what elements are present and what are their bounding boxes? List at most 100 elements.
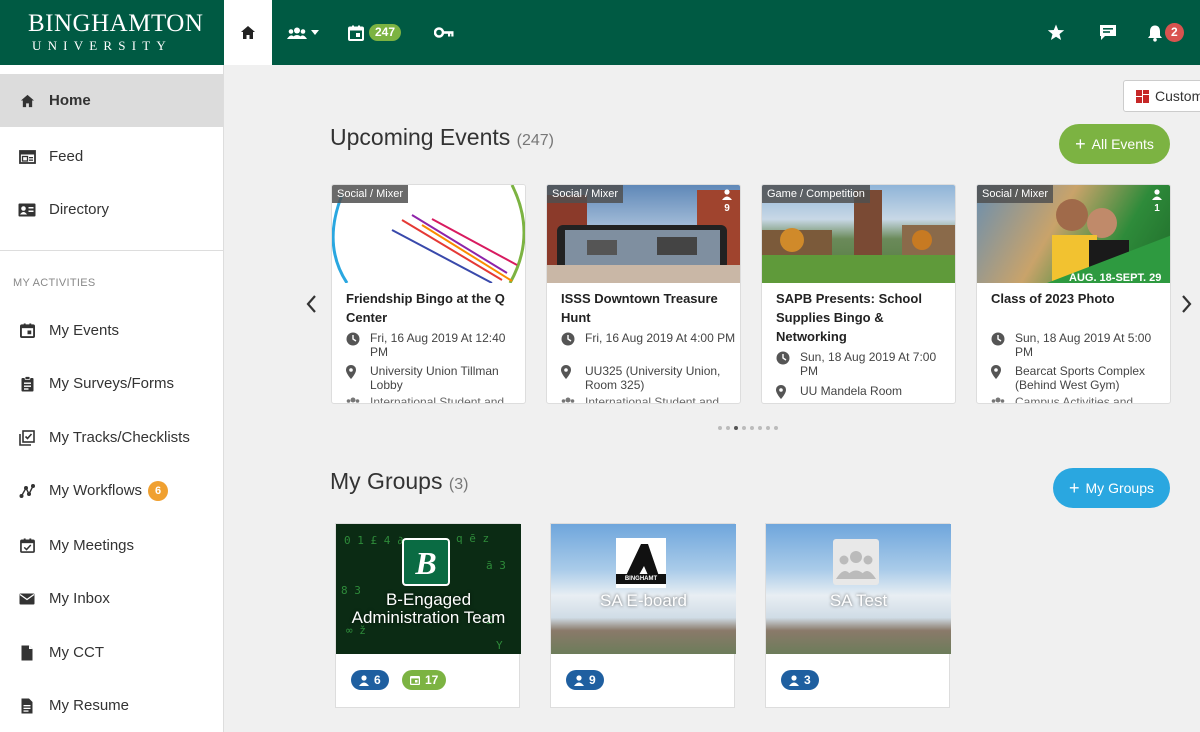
group-image: BINGHAMT SA E-board bbox=[551, 524, 736, 654]
upcoming-events-title: Upcoming Events bbox=[330, 124, 511, 150]
event-title[interactable]: ISSS Downtown Treasure Hunt bbox=[561, 289, 733, 327]
calendar-icon bbox=[410, 675, 420, 685]
sidebar-item-my-cct[interactable]: My CCT bbox=[0, 626, 223, 679]
nav-events-button[interactable]: 247 bbox=[348, 0, 402, 65]
bell-icon bbox=[1148, 25, 1162, 42]
carousel-dot[interactable] bbox=[758, 426, 762, 430]
sidebar-divider bbox=[0, 250, 223, 251]
event-org: International Student and bbox=[370, 395, 505, 404]
sidebar-item-label: My Inbox bbox=[49, 590, 110, 607]
event-date: Fri, 16 Aug 2019 At 4:00 PM bbox=[585, 331, 736, 345]
sidebar-item-home[interactable]: Home bbox=[0, 74, 223, 127]
calendar-icon bbox=[348, 25, 364, 41]
sidebar-item-my-resume[interactable]: My Resume bbox=[0, 679, 223, 732]
carousel-dot-active[interactable] bbox=[734, 426, 738, 430]
chevron-left-icon bbox=[306, 295, 316, 313]
university-logo[interactable]: BINGHAMTON UNIVERSITY bbox=[0, 0, 224, 65]
document-icon bbox=[18, 644, 36, 662]
event-title[interactable]: Friendship Bingo at the Q Center bbox=[346, 289, 518, 327]
sidebar-item-my-inbox[interactable]: My Inbox bbox=[0, 572, 223, 625]
sidebar-item-label: My Events bbox=[49, 322, 120, 339]
plus-icon: + bbox=[1075, 134, 1086, 154]
my-groups-button[interactable]: + My Groups bbox=[1053, 468, 1170, 508]
carousel-prev-arrow[interactable] bbox=[306, 293, 317, 319]
event-location-row: UU325 (University Union, Room 325) bbox=[561, 364, 736, 392]
sidebar-item-label: Home bbox=[49, 92, 91, 109]
all-events-label: All Events bbox=[1091, 136, 1154, 152]
svg-text:B: B bbox=[414, 545, 436, 581]
clock-icon bbox=[776, 350, 794, 378]
sidebar: Home Feed Directory MY ACTIVITIES My Eve… bbox=[0, 65, 224, 732]
customize-button[interactable]: Custom bbox=[1123, 80, 1200, 112]
carousel-dot[interactable] bbox=[742, 426, 746, 430]
grid-icon bbox=[1136, 89, 1149, 103]
group-icon bbox=[991, 395, 1009, 403]
events-count-pill: 17 bbox=[402, 670, 447, 690]
nav-groups-dropdown[interactable] bbox=[287, 0, 319, 65]
favorites-button[interactable] bbox=[1047, 0, 1065, 65]
key-icon bbox=[434, 27, 454, 38]
top-navigation-bar: BINGHAMTON UNIVERSITY 247 2 bbox=[0, 0, 1200, 65]
event-card[interactable]: Social / Mixer Friendship Bingo at the Q… bbox=[331, 184, 526, 404]
meeting-icon bbox=[18, 537, 36, 555]
svg-text:0 1 £ 4 ∂: 0 1 £ 4 ∂ bbox=[344, 534, 404, 547]
home-icon bbox=[18, 92, 36, 110]
sidebar-item-my-tracks[interactable]: My Tracks/Checklists bbox=[0, 411, 223, 464]
event-banner-text: AUG. 18-SEPT. 29 bbox=[1069, 272, 1162, 284]
event-category-badge: Social / Mixer bbox=[332, 185, 409, 203]
events-count: 17 bbox=[425, 673, 439, 687]
group-card[interactable]: BINGHAMT SA E-board 9 bbox=[550, 523, 736, 708]
carousel-dot[interactable] bbox=[774, 426, 778, 430]
notifications-button[interactable]: 2 bbox=[1147, 0, 1184, 65]
carousel-dot[interactable] bbox=[718, 426, 722, 430]
upcoming-events-count: (247) bbox=[516, 132, 554, 149]
sidebar-item-label: Directory bbox=[49, 201, 110, 218]
carousel-dot[interactable] bbox=[766, 426, 770, 430]
sidebar-item-feed[interactable]: Feed bbox=[0, 130, 223, 183]
person-icon bbox=[359, 674, 369, 686]
group-icon bbox=[346, 395, 364, 403]
carousel-dot[interactable] bbox=[750, 426, 754, 430]
group-name[interactable]: SA Test bbox=[766, 592, 951, 610]
event-category-badge: Game / Competition bbox=[762, 185, 870, 203]
event-date: Fri, 16 Aug 2019 At 12:40 PM bbox=[370, 331, 506, 359]
event-card[interactable]: Social / Mixer 1 AUG. 18-SEPT. 29 Class … bbox=[976, 184, 1171, 404]
workflow-icon bbox=[18, 482, 36, 500]
location-pin-icon bbox=[346, 364, 364, 392]
sidebar-item-my-workflows[interactable]: My Workflows 6 bbox=[0, 464, 223, 517]
clock-icon bbox=[346, 331, 364, 359]
event-card[interactable]: Social / Mixer 9 ISSS Downtown Treasure … bbox=[546, 184, 741, 404]
resume-icon bbox=[18, 697, 36, 715]
event-location: Bearcat Sports Complex (Behind West Gym) bbox=[1015, 364, 1146, 392]
directory-icon bbox=[18, 201, 36, 219]
sidebar-item-my-events[interactable]: My Events bbox=[0, 304, 223, 357]
upcoming-events-heading: Upcoming Events (247) bbox=[330, 124, 554, 151]
event-card[interactable]: Game / Competition SAPB Presents: School… bbox=[761, 184, 956, 404]
calendar-icon bbox=[18, 322, 36, 340]
clipboard-icon bbox=[18, 375, 36, 393]
carousel-dot[interactable] bbox=[726, 426, 730, 430]
group-card[interactable]: SA Test 3 bbox=[765, 523, 951, 708]
message-icon bbox=[1100, 25, 1116, 40]
sidebar-item-my-meetings[interactable]: My Meetings bbox=[0, 519, 223, 572]
members-count: 3 bbox=[804, 673, 811, 687]
event-org: Campus Activities and bbox=[1015, 395, 1134, 404]
event-title[interactable]: SAPB Presents: School Supplies Bingo & N… bbox=[776, 289, 948, 346]
group-name[interactable]: SA E-board bbox=[551, 592, 736, 610]
sidebar-item-my-surveys[interactable]: My Surveys/Forms bbox=[0, 357, 223, 410]
feed-icon bbox=[18, 148, 36, 166]
event-title[interactable]: Class of 2023 Photo bbox=[991, 289, 1163, 308]
sidebar-item-label: My Workflows bbox=[49, 482, 143, 499]
person-icon bbox=[789, 674, 799, 686]
all-events-button[interactable]: + All Events bbox=[1059, 124, 1170, 164]
clock-icon bbox=[561, 331, 579, 349]
person-icon bbox=[574, 674, 584, 686]
sidebar-item-directory[interactable]: Directory bbox=[0, 183, 223, 236]
carousel-next-arrow[interactable] bbox=[1181, 293, 1192, 319]
group-name[interactable]: B-Engaged Administration Team bbox=[336, 591, 521, 627]
nav-key-button[interactable] bbox=[434, 0, 454, 65]
nav-home-button[interactable] bbox=[224, 0, 272, 65]
event-date: Sun, 18 Aug 2019 At 5:00 PM bbox=[1015, 331, 1152, 359]
group-card[interactable]: 0 1 £ 4 ∂ q ē z ā 3 ∞ žZ Y8 3 B B-Engaged … bbox=[335, 523, 521, 708]
messages-button[interactable] bbox=[1099, 0, 1117, 65]
